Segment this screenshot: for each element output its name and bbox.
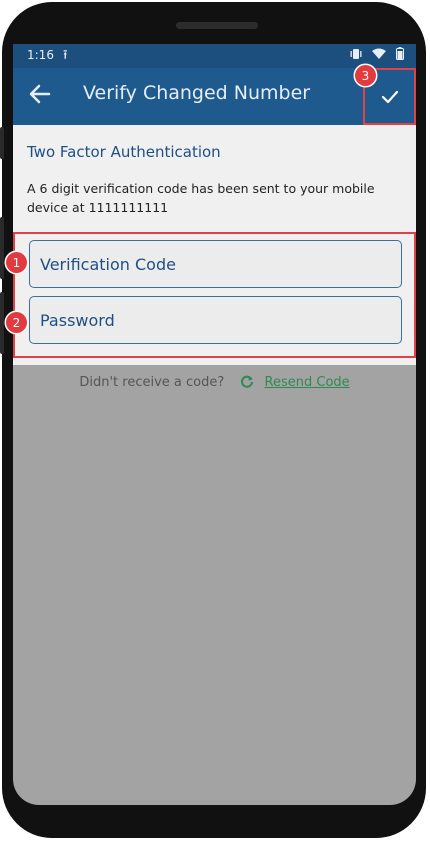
phone-volume-down [0,292,4,354]
refresh-icon[interactable] [240,375,258,390]
password-field[interactable] [29,296,402,344]
annotation-badge-1: 1 [6,252,27,273]
phone-speaker [176,22,258,29]
info-text: A 6 digit verification code has been sen… [27,181,375,215]
form-content: Two Factor Authentication A 6 digit veri… [13,125,416,365]
annotation-badge-2: 2 [6,312,27,333]
input-highlight [13,232,416,358]
upload-icon: ⭱ [63,48,68,63]
back-arrow-icon[interactable] [27,81,55,109]
password-input[interactable] [30,297,401,343]
resend-code-link[interactable]: Resend Code [265,375,350,390]
resend-prompt: Didn't receive a code? [79,375,225,390]
wifi-icon [372,48,386,59]
resend-row: Didn't receive a code? Resend Code [13,374,416,390]
battery-icon [396,47,404,60]
vibrate-icon [350,48,362,59]
verification-code-input[interactable] [30,241,401,287]
status-icons [350,47,404,60]
status-bar: 1:16 ⭱ [13,44,416,68]
phone-volume-up [0,217,4,279]
annotation-badge-3: 3 [355,65,376,86]
verification-code-field[interactable] [29,240,402,288]
page-title: Verify Changed Number [83,82,311,104]
section-title: Two Factor Authentication [27,143,221,161]
check-icon [381,90,398,103]
phone-screen: 1:16 ⭱ Verify Changed Number Two Factor … [13,44,416,805]
phone-side-button [0,127,4,159]
status-time: 1:16 [27,48,54,62]
